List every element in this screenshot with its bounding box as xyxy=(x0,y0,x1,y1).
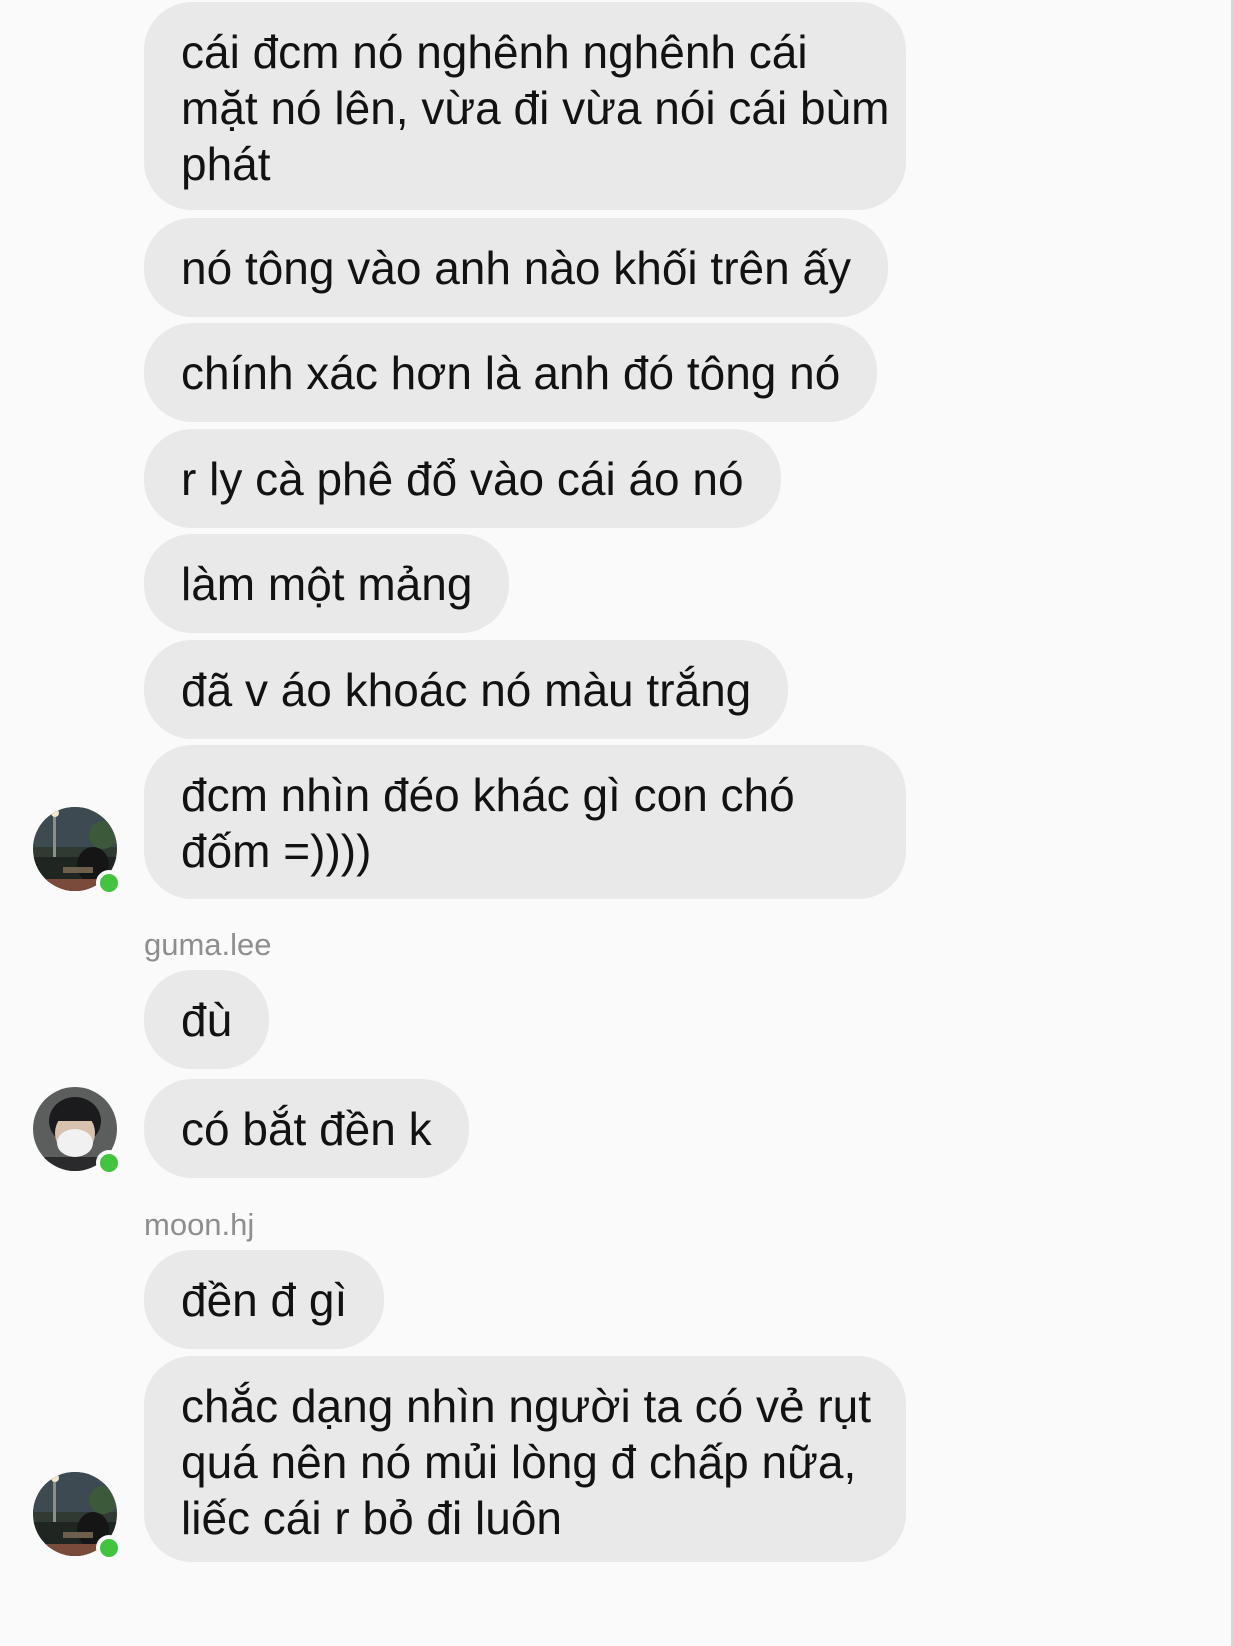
chat-screen: cái đcm nó nghênh nghênh cái mặt nó lên,… xyxy=(0,0,1234,1646)
message-line: chắc dạng nhìn người ta có vẻ rụt xyxy=(181,1380,872,1432)
message-line: chính xác hơn là anh đó tông nó xyxy=(181,347,841,399)
message-line: đcm nhìn đéo khác gì con chó xyxy=(181,769,795,821)
message-line: có bắt đền k xyxy=(181,1103,432,1155)
message-bubble[interactable]: đền đ gì xyxy=(144,1250,385,1349)
message-line: đã v áo khoác nó màu trắng xyxy=(181,664,752,716)
message-line: đền đ gì xyxy=(181,1274,348,1326)
message-bubble[interactable]: làm một mảng xyxy=(144,534,510,633)
message-line: đốm =)))) xyxy=(181,825,372,877)
message-line: đù xyxy=(181,994,233,1046)
message-bubble[interactable]: đcm nhìn đéo khác gì con chó đốm =)))) xyxy=(144,745,906,899)
message-line: liếc cái r bỏ đi luôn xyxy=(181,1492,562,1544)
message-line: làm một mảng xyxy=(181,558,473,610)
message-line: nó tông vào anh nào khối trên ấy xyxy=(181,242,852,294)
sender-name: guma.lee xyxy=(144,927,272,962)
message-line: mặt nó lên, vừa đi vừa nói cái bùm xyxy=(181,82,890,134)
message-bubble[interactable]: cái đcm nó nghênh nghênh cái mặt nó lên,… xyxy=(144,2,906,210)
message-bubble[interactable]: nó tông vào anh nào khối trên ấy xyxy=(144,218,889,317)
message-line: r ly cà phê đổ vào cái áo nó xyxy=(181,453,744,505)
message-line: cái đcm nó nghênh nghênh cái xyxy=(181,26,808,78)
message-bubble[interactable]: đù xyxy=(144,970,270,1069)
message-bubble[interactable]: chắc dạng nhìn người ta có vẻ rụt quá nê… xyxy=(144,1356,906,1562)
message-line: quá nên nó mủi lòng đ chấp nữa, xyxy=(181,1436,857,1488)
avatar[interactable] xyxy=(33,1472,122,1561)
online-status-dot xyxy=(96,1535,122,1561)
message-bubble[interactable]: đã v áo khoác nó màu trắng xyxy=(144,640,789,739)
message-bubble[interactable]: có bắt đền k xyxy=(144,1079,469,1178)
avatar[interactable] xyxy=(33,1087,122,1176)
message-bubble[interactable]: r ly cà phê đổ vào cái áo nó xyxy=(144,429,781,528)
avatar[interactable] xyxy=(33,807,122,896)
message-bubble[interactable]: chính xác hơn là anh đó tông nó xyxy=(144,323,878,422)
online-status-dot xyxy=(96,870,122,896)
message-line: phát xyxy=(181,138,271,190)
online-status-dot xyxy=(96,1150,122,1176)
sender-name: moon.hj xyxy=(144,1207,255,1242)
